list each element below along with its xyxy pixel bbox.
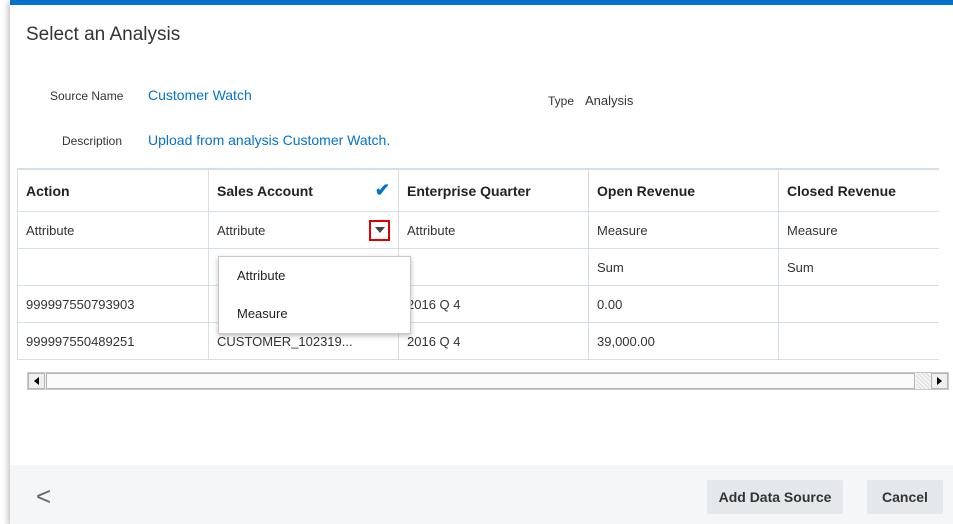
chevron-down-icon bbox=[374, 227, 385, 233]
table-cell: 0.00 bbox=[588, 285, 779, 323]
dialog-footer: < Add Data Source Cancel bbox=[10, 465, 953, 524]
scroll-right-button[interactable] bbox=[931, 373, 948, 389]
type-cell-closed-revenue[interactable]: Measure bbox=[778, 211, 939, 249]
type-cell-sales-account-value: Attribute bbox=[217, 222, 266, 238]
dropdown-option-measure[interactable]: Measure bbox=[219, 295, 410, 333]
table-cell: 999997550793903 bbox=[17, 285, 209, 323]
table-row: 999997550793903 2016 Q 4 0.00 bbox=[17, 285, 939, 323]
description-value: Upload from analysis Customer Watch. bbox=[148, 132, 391, 148]
aggregation-row: Sum Sum bbox=[17, 248, 939, 286]
type-cell-enterprise-quarter[interactable]: Attribute bbox=[398, 211, 589, 249]
header-enterprise-quarter[interactable]: Enterprise Quarter bbox=[398, 169, 589, 212]
scrollbar-track[interactable] bbox=[916, 373, 931, 389]
type-cell-open-revenue[interactable]: Measure bbox=[588, 211, 779, 249]
table-cell: 2016 Q 4 bbox=[398, 285, 589, 323]
header-row: Action Sales Account ✔ Enterprise Quarte… bbox=[17, 169, 939, 212]
agg-cell-enterprise-quarter[interactable] bbox=[398, 248, 589, 286]
table-cell: 39,000.00 bbox=[588, 322, 779, 360]
horizontal-scrollbar[interactable] bbox=[27, 372, 949, 390]
back-chevron-icon[interactable]: < bbox=[36, 481, 51, 512]
description-label: Description bbox=[62, 134, 123, 148]
source-name-value[interactable]: Customer Watch bbox=[148, 87, 252, 103]
type-cell-action[interactable]: Attribute bbox=[17, 211, 209, 249]
header-open-revenue[interactable]: Open Revenue bbox=[588, 169, 779, 212]
scrollbar-thumb[interactable] bbox=[46, 373, 915, 389]
header-closed-revenue[interactable]: Closed Revenue bbox=[778, 169, 939, 212]
type-value: Analysis bbox=[585, 93, 634, 108]
type-label: Type bbox=[548, 94, 575, 108]
table-cell bbox=[778, 285, 939, 323]
table-cell: 999997550489251 bbox=[17, 322, 209, 360]
checkmark-icon: ✔ bbox=[374, 180, 390, 200]
table-row: 999997550489251 CUSTOMER_102319... 2016 … bbox=[17, 322, 939, 360]
dropdown-option-attribute[interactable]: Attribute bbox=[219, 257, 410, 295]
agg-cell-action[interactable] bbox=[17, 248, 209, 286]
header-action[interactable]: Action bbox=[17, 169, 209, 212]
agg-cell-closed-revenue[interactable]: Sum bbox=[778, 248, 939, 286]
type-dropdown-menu: Attribute Measure bbox=[218, 256, 411, 334]
table-cell bbox=[778, 322, 939, 360]
agg-cell-open-revenue[interactable]: Sum bbox=[588, 248, 779, 286]
dialog-title: Select an Analysis bbox=[26, 24, 181, 45]
header-sales-account-label: Sales Account bbox=[217, 182, 313, 199]
arrow-left-icon bbox=[34, 377, 39, 385]
add-data-source-button[interactable]: Add Data Source bbox=[707, 480, 843, 514]
type-cell-sales-account[interactable]: Attribute bbox=[208, 211, 399, 249]
scroll-left-button[interactable] bbox=[28, 373, 45, 389]
type-row: Attribute Attribute Attribute Measure Me… bbox=[17, 211, 939, 249]
table-cell: 2016 Q 4 bbox=[398, 322, 589, 360]
columns-grid: Action Sales Account ✔ Enterprise Quarte… bbox=[17, 168, 939, 466]
cancel-button[interactable]: Cancel bbox=[867, 480, 943, 514]
arrow-right-icon bbox=[937, 377, 942, 385]
source-name-label: Source Name bbox=[50, 89, 124, 103]
header-sales-account[interactable]: Sales Account ✔ bbox=[208, 169, 399, 212]
type-dropdown-button[interactable] bbox=[369, 219, 390, 241]
